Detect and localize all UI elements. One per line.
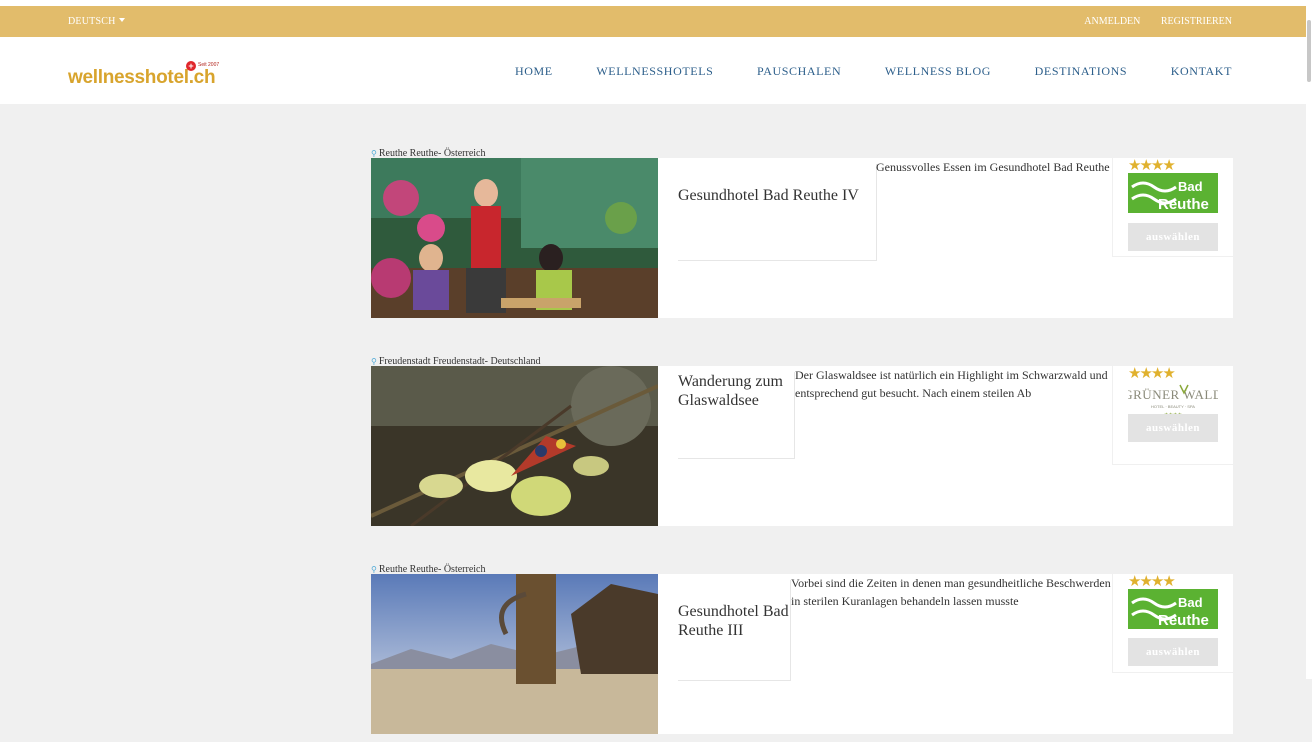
auth-links: ANMELDEN REGISTRIEREN — [1066, 16, 1232, 27]
caret-down-icon — [118, 18, 125, 22]
svg-text:Reuthe: Reuthe — [1158, 196, 1209, 213]
hotel-panel: ★★★★ Bad Reuthe auswählen — [1112, 574, 1233, 673]
listing-title[interactable]: Gesundhotel Bad Reuthe IV — [678, 164, 876, 205]
map-pin-icon: ⚲ — [371, 565, 377, 574]
nav-home[interactable]: HOME — [515, 64, 553, 78]
title-box: Wanderung zum Glaswaldsee — [678, 372, 795, 459]
select-button[interactable]: auswählen — [1128, 638, 1218, 666]
logo-since: Seit 2007 — [198, 62, 220, 68]
card-body: Gesundhotel Bad Reuthe III Vorbei sind d… — [371, 574, 1233, 734]
card-body: Wanderung zum Glaswaldsee Der Glaswaldse… — [371, 366, 1233, 526]
listing-description: Vorbei sind die Zeiten in denen man gesu… — [791, 576, 1111, 608]
map-pin-icon: ⚲ — [371, 149, 377, 158]
hotel-panel: ★★★★ Bad Reuthe auswählen — [1112, 158, 1233, 257]
nav-destinations[interactable]: DESTINATIONS — [1035, 64, 1128, 78]
hotel-logo[interactable]: Bad Reuthe — [1128, 173, 1218, 213]
select-button[interactable]: auswählen — [1128, 414, 1218, 442]
scrollbar[interactable] — [1306, 6, 1312, 679]
hotel-panel: ★★★★ GRÜNER WALD HOTEL · BEAUTY · SPA ★★… — [1112, 366, 1233, 465]
scrollbar-thumb[interactable] — [1307, 20, 1311, 82]
select-button[interactable]: auswählen — [1128, 223, 1218, 251]
map-pin-icon: ⚲ — [371, 357, 377, 366]
top-bar: DEUTSCH ANMELDEN REGISTRIEREN — [0, 6, 1306, 37]
nav-pauschalen[interactable]: PAUSCHALEN — [757, 64, 841, 78]
title-box: Gesundhotel Bad Reuthe III — [678, 580, 791, 681]
listing-photo[interactable] — [371, 366, 658, 526]
register-link[interactable]: REGISTRIEREN — [1161, 16, 1232, 27]
listing-card: ⚲ Reuthe Reuthe- Österreich Gesundhotel B… — [371, 564, 1233, 742]
nav-wellness-blog[interactable]: WELLNESS BLOG — [885, 64, 991, 78]
listing-title[interactable]: Wanderung zum Glaswaldsee — [678, 372, 794, 410]
site-header: wellnesshotel.ch + Seit 2007 HOME WELLNE… — [0, 37, 1306, 104]
title-box: Gesundhotel Bad Reuthe IV — [678, 164, 877, 261]
swiss-cross-icon: + — [186, 61, 196, 71]
svg-text:GRÜNER WALD: GRÜNER WALD — [1128, 387, 1218, 402]
svg-text:Reuthe: Reuthe — [1158, 612, 1209, 629]
svg-text:HOTEL · BEAUTY · SPA: HOTEL · BEAUTY · SPA — [1151, 404, 1195, 409]
listing-card: ⚲ Reuthe Reuthe- Österreich Gesundhotel … — [371, 148, 1233, 326]
listing-photo[interactable] — [371, 574, 658, 734]
listing-photo[interactable] — [371, 158, 658, 318]
language-selector[interactable]: DEUTSCH — [68, 16, 125, 27]
listing-description: Der Glaswaldsee ist natürlich ein Highli… — [795, 368, 1108, 400]
listing-description: Genussvolles Essen im Gesundhotel Bad Re… — [876, 160, 1110, 174]
svg-text:Bad: Bad — [1178, 595, 1203, 610]
login-link[interactable]: ANMELDEN — [1084, 16, 1140, 27]
listing-title[interactable]: Gesundhotel Bad Reuthe III — [678, 580, 790, 640]
hotel-logo[interactable]: Bad Reuthe — [1128, 589, 1218, 629]
listing-card: ⚲ Freudenstadt Freudenstadt- Deutschland … — [371, 356, 1233, 534]
nav-wellnesshotels[interactable]: WELLNESSHOTELS — [596, 64, 713, 78]
nav-kontakt[interactable]: KONTAKT — [1171, 64, 1232, 78]
card-body: Gesundhotel Bad Reuthe IV Genussvolles E… — [371, 158, 1233, 318]
language-label: DEUTSCH — [68, 16, 116, 27]
site-logo[interactable]: wellnesshotel.ch + Seit 2007 — [68, 61, 228, 91]
main-nav: HOME WELLNESSHOTELS PAUSCHALEN WELLNESS … — [475, 64, 1232, 79]
svg-text:Bad: Bad — [1178, 179, 1203, 194]
